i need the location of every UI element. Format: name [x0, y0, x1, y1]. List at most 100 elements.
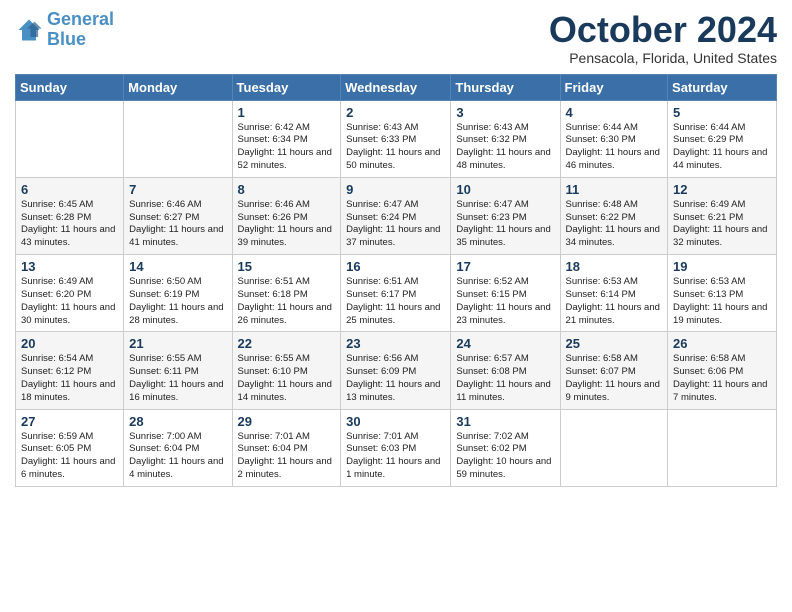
day-number: 25 — [566, 336, 663, 351]
day-number: 2 — [346, 105, 445, 120]
day-info: Sunrise: 6:58 AM Sunset: 6:06 PM Dayligh… — [673, 353, 771, 404]
week-row-2: 6 Sunrise: 6:45 AM Sunset: 6:28 PM Daylig… — [16, 177, 777, 254]
day-number: 3 — [456, 105, 554, 120]
day-cell: 6 Sunrise: 6:45 AM Sunset: 6:28 PM Daylig… — [16, 177, 124, 254]
day-cell: 7Sunrise: 6:46 AM Sunset: 6:27 PM Daylig… — [124, 177, 232, 254]
day-number: 8 — [238, 182, 336, 197]
calendar-table: SundayMondayTuesdayWednesdayThursdayFrid… — [15, 74, 777, 487]
day-info: Sunrise: 7:01 AM Sunset: 6:03 PM Dayligh… — [346, 431, 445, 482]
day-number: 18 — [566, 259, 663, 274]
day-number: 6 — [21, 182, 118, 197]
day-cell: 13Sunrise: 6:49 AM Sunset: 6:20 PM Dayli… — [16, 255, 124, 332]
day-info: Sunrise: 6:46 AM Sunset: 6:26 PM Dayligh… — [238, 199, 336, 250]
day-info: Sunrise: 6:53 AM Sunset: 6:14 PM Dayligh… — [566, 276, 663, 327]
header-row: SundayMondayTuesdayWednesdayThursdayFrid… — [16, 74, 777, 100]
day-info: Sunrise: 6:49 AM Sunset: 6:21 PM Dayligh… — [673, 199, 771, 250]
day-info: Sunrise: 6:43 AM Sunset: 6:33 PM Dayligh… — [346, 122, 445, 173]
day-info: Sunrise: 7:00 AM Sunset: 6:04 PM Dayligh… — [129, 431, 226, 482]
day-cell: 27 Sunrise: 6:59 AM Sunset: 6:05 PM Dayli… — [16, 409, 124, 486]
location: Pensacola, Florida, United States — [549, 50, 777, 66]
day-number: 22 — [238, 336, 336, 351]
day-number: 14 — [129, 259, 226, 274]
day-number: 4 — [566, 105, 663, 120]
week-row-4: 20 Sunrise: 6:54 AM Sunset: 6:12 PM Dayli… — [16, 332, 777, 409]
day-info: Sunrise: 6:52 AM Sunset: 6:15 PM Dayligh… — [456, 276, 554, 327]
day-info: Sunrise: 6:56 AM Sunset: 6:09 PM Dayligh… — [346, 353, 445, 404]
page: General Blue October 2024 Pensacola, Flo… — [0, 0, 792, 612]
day-cell: 8 Sunrise: 6:46 AM Sunset: 6:26 PM Daylig… — [232, 177, 341, 254]
week-row-1: 1 Sunrise: 6:42 AM Sunset: 6:34 PM Daylig… — [16, 100, 777, 177]
day-cell: 10Sunrise: 6:47 AM Sunset: 6:23 PM Dayli… — [451, 177, 560, 254]
day-cell: 15 Sunrise: 6:51 AM Sunset: 6:18 PM Dayli… — [232, 255, 341, 332]
day-number: 12 — [673, 182, 771, 197]
logo-icon — [15, 16, 43, 44]
day-info: Sunrise: 6:53 AM Sunset: 6:13 PM Dayligh… — [673, 276, 771, 327]
day-info: Sunrise: 6:42 AM Sunset: 6:34 PM Dayligh… — [238, 122, 336, 173]
day-number: 27 — [21, 414, 118, 429]
day-info: Sunrise: 6:44 AM Sunset: 6:30 PM Dayligh… — [566, 122, 663, 173]
day-cell: 28Sunrise: 7:00 AM Sunset: 6:04 PM Dayli… — [124, 409, 232, 486]
day-number: 15 — [238, 259, 336, 274]
day-info: Sunrise: 6:51 AM Sunset: 6:17 PM Dayligh… — [346, 276, 445, 327]
logo: General Blue — [15, 10, 114, 50]
day-info: Sunrise: 6:55 AM Sunset: 6:11 PM Dayligh… — [129, 353, 226, 404]
day-cell: 9Sunrise: 6:47 AM Sunset: 6:24 PM Daylig… — [341, 177, 451, 254]
day-number: 23 — [346, 336, 445, 351]
day-cell — [16, 100, 124, 177]
day-cell: 26 Sunrise: 6:58 AM Sunset: 6:06 PM Dayli… — [668, 332, 777, 409]
day-info: Sunrise: 6:58 AM Sunset: 6:07 PM Dayligh… — [566, 353, 663, 404]
day-number: 26 — [673, 336, 771, 351]
day-cell: 18 Sunrise: 6:53 AM Sunset: 6:14 PM Dayli… — [560, 255, 668, 332]
day-cell: 29 Sunrise: 7:01 AM Sunset: 6:04 PM Dayli… — [232, 409, 341, 486]
day-cell: 5Sunrise: 6:44 AM Sunset: 6:29 PM Daylig… — [668, 100, 777, 177]
column-header-friday: Friday — [560, 74, 668, 100]
day-number: 20 — [21, 336, 118, 351]
week-row-5: 27 Sunrise: 6:59 AM Sunset: 6:05 PM Dayli… — [16, 409, 777, 486]
day-cell: 21 Sunrise: 6:55 AM Sunset: 6:11 PM Dayli… — [124, 332, 232, 409]
day-info: Sunrise: 6:46 AM Sunset: 6:27 PM Dayligh… — [129, 199, 226, 250]
day-number: 1 — [238, 105, 336, 120]
day-cell: 31 Sunrise: 7:02 AM Sunset: 6:02 PM Dayli… — [451, 409, 560, 486]
day-cell: 24 Sunrise: 6:57 AM Sunset: 6:08 PM Dayli… — [451, 332, 560, 409]
day-info: Sunrise: 6:55 AM Sunset: 6:10 PM Dayligh… — [238, 353, 336, 404]
day-cell: 19 Sunrise: 6:53 AM Sunset: 6:13 PM Dayli… — [668, 255, 777, 332]
day-number: 21 — [129, 336, 226, 351]
day-info: Sunrise: 6:57 AM Sunset: 6:08 PM Dayligh… — [456, 353, 554, 404]
day-number: 10 — [456, 182, 554, 197]
day-info: Sunrise: 6:48 AM Sunset: 6:22 PM Dayligh… — [566, 199, 663, 250]
day-cell: 25 Sunrise: 6:58 AM Sunset: 6:07 PM Dayli… — [560, 332, 668, 409]
day-info: Sunrise: 6:59 AM Sunset: 6:05 PM Dayligh… — [21, 431, 118, 482]
logo-line2: Blue — [47, 29, 86, 49]
day-cell: 23 Sunrise: 6:56 AM Sunset: 6:09 PM Dayli… — [341, 332, 451, 409]
day-info: Sunrise: 7:02 AM Sunset: 6:02 PM Dayligh… — [456, 431, 554, 482]
day-info: Sunrise: 7:01 AM Sunset: 6:04 PM Dayligh… — [238, 431, 336, 482]
header: General Blue October 2024 Pensacola, Flo… — [15, 10, 777, 66]
day-info: Sunrise: 6:45 AM Sunset: 6:28 PM Dayligh… — [21, 199, 118, 250]
day-number: 17 — [456, 259, 554, 274]
day-number: 5 — [673, 105, 771, 120]
day-cell: 3Sunrise: 6:43 AM Sunset: 6:32 PM Daylig… — [451, 100, 560, 177]
day-cell: 17 Sunrise: 6:52 AM Sunset: 6:15 PM Dayli… — [451, 255, 560, 332]
day-number: 16 — [346, 259, 445, 274]
day-cell: 14Sunrise: 6:50 AM Sunset: 6:19 PM Dayli… — [124, 255, 232, 332]
day-cell — [124, 100, 232, 177]
logo-line1: General — [47, 9, 114, 29]
week-row-3: 13Sunrise: 6:49 AM Sunset: 6:20 PM Dayli… — [16, 255, 777, 332]
day-cell: 20 Sunrise: 6:54 AM Sunset: 6:12 PM Dayli… — [16, 332, 124, 409]
day-cell — [560, 409, 668, 486]
day-number: 13 — [21, 259, 118, 274]
day-number: 24 — [456, 336, 554, 351]
day-info: Sunrise: 6:51 AM Sunset: 6:18 PM Dayligh… — [238, 276, 336, 327]
day-number: 29 — [238, 414, 336, 429]
day-number: 31 — [456, 414, 554, 429]
day-cell: 2 Sunrise: 6:43 AM Sunset: 6:33 PM Daylig… — [341, 100, 451, 177]
logo-text: General Blue — [47, 10, 114, 50]
column-header-sunday: Sunday — [16, 74, 124, 100]
day-info: Sunrise: 6:54 AM Sunset: 6:12 PM Dayligh… — [21, 353, 118, 404]
month-title: October 2024 — [549, 10, 777, 50]
day-number: 30 — [346, 414, 445, 429]
day-cell: 1 Sunrise: 6:42 AM Sunset: 6:34 PM Daylig… — [232, 100, 341, 177]
day-cell: 30 Sunrise: 7:01 AM Sunset: 6:03 PM Dayli… — [341, 409, 451, 486]
column-header-tuesday: Tuesday — [232, 74, 341, 100]
day-number: 19 — [673, 259, 771, 274]
